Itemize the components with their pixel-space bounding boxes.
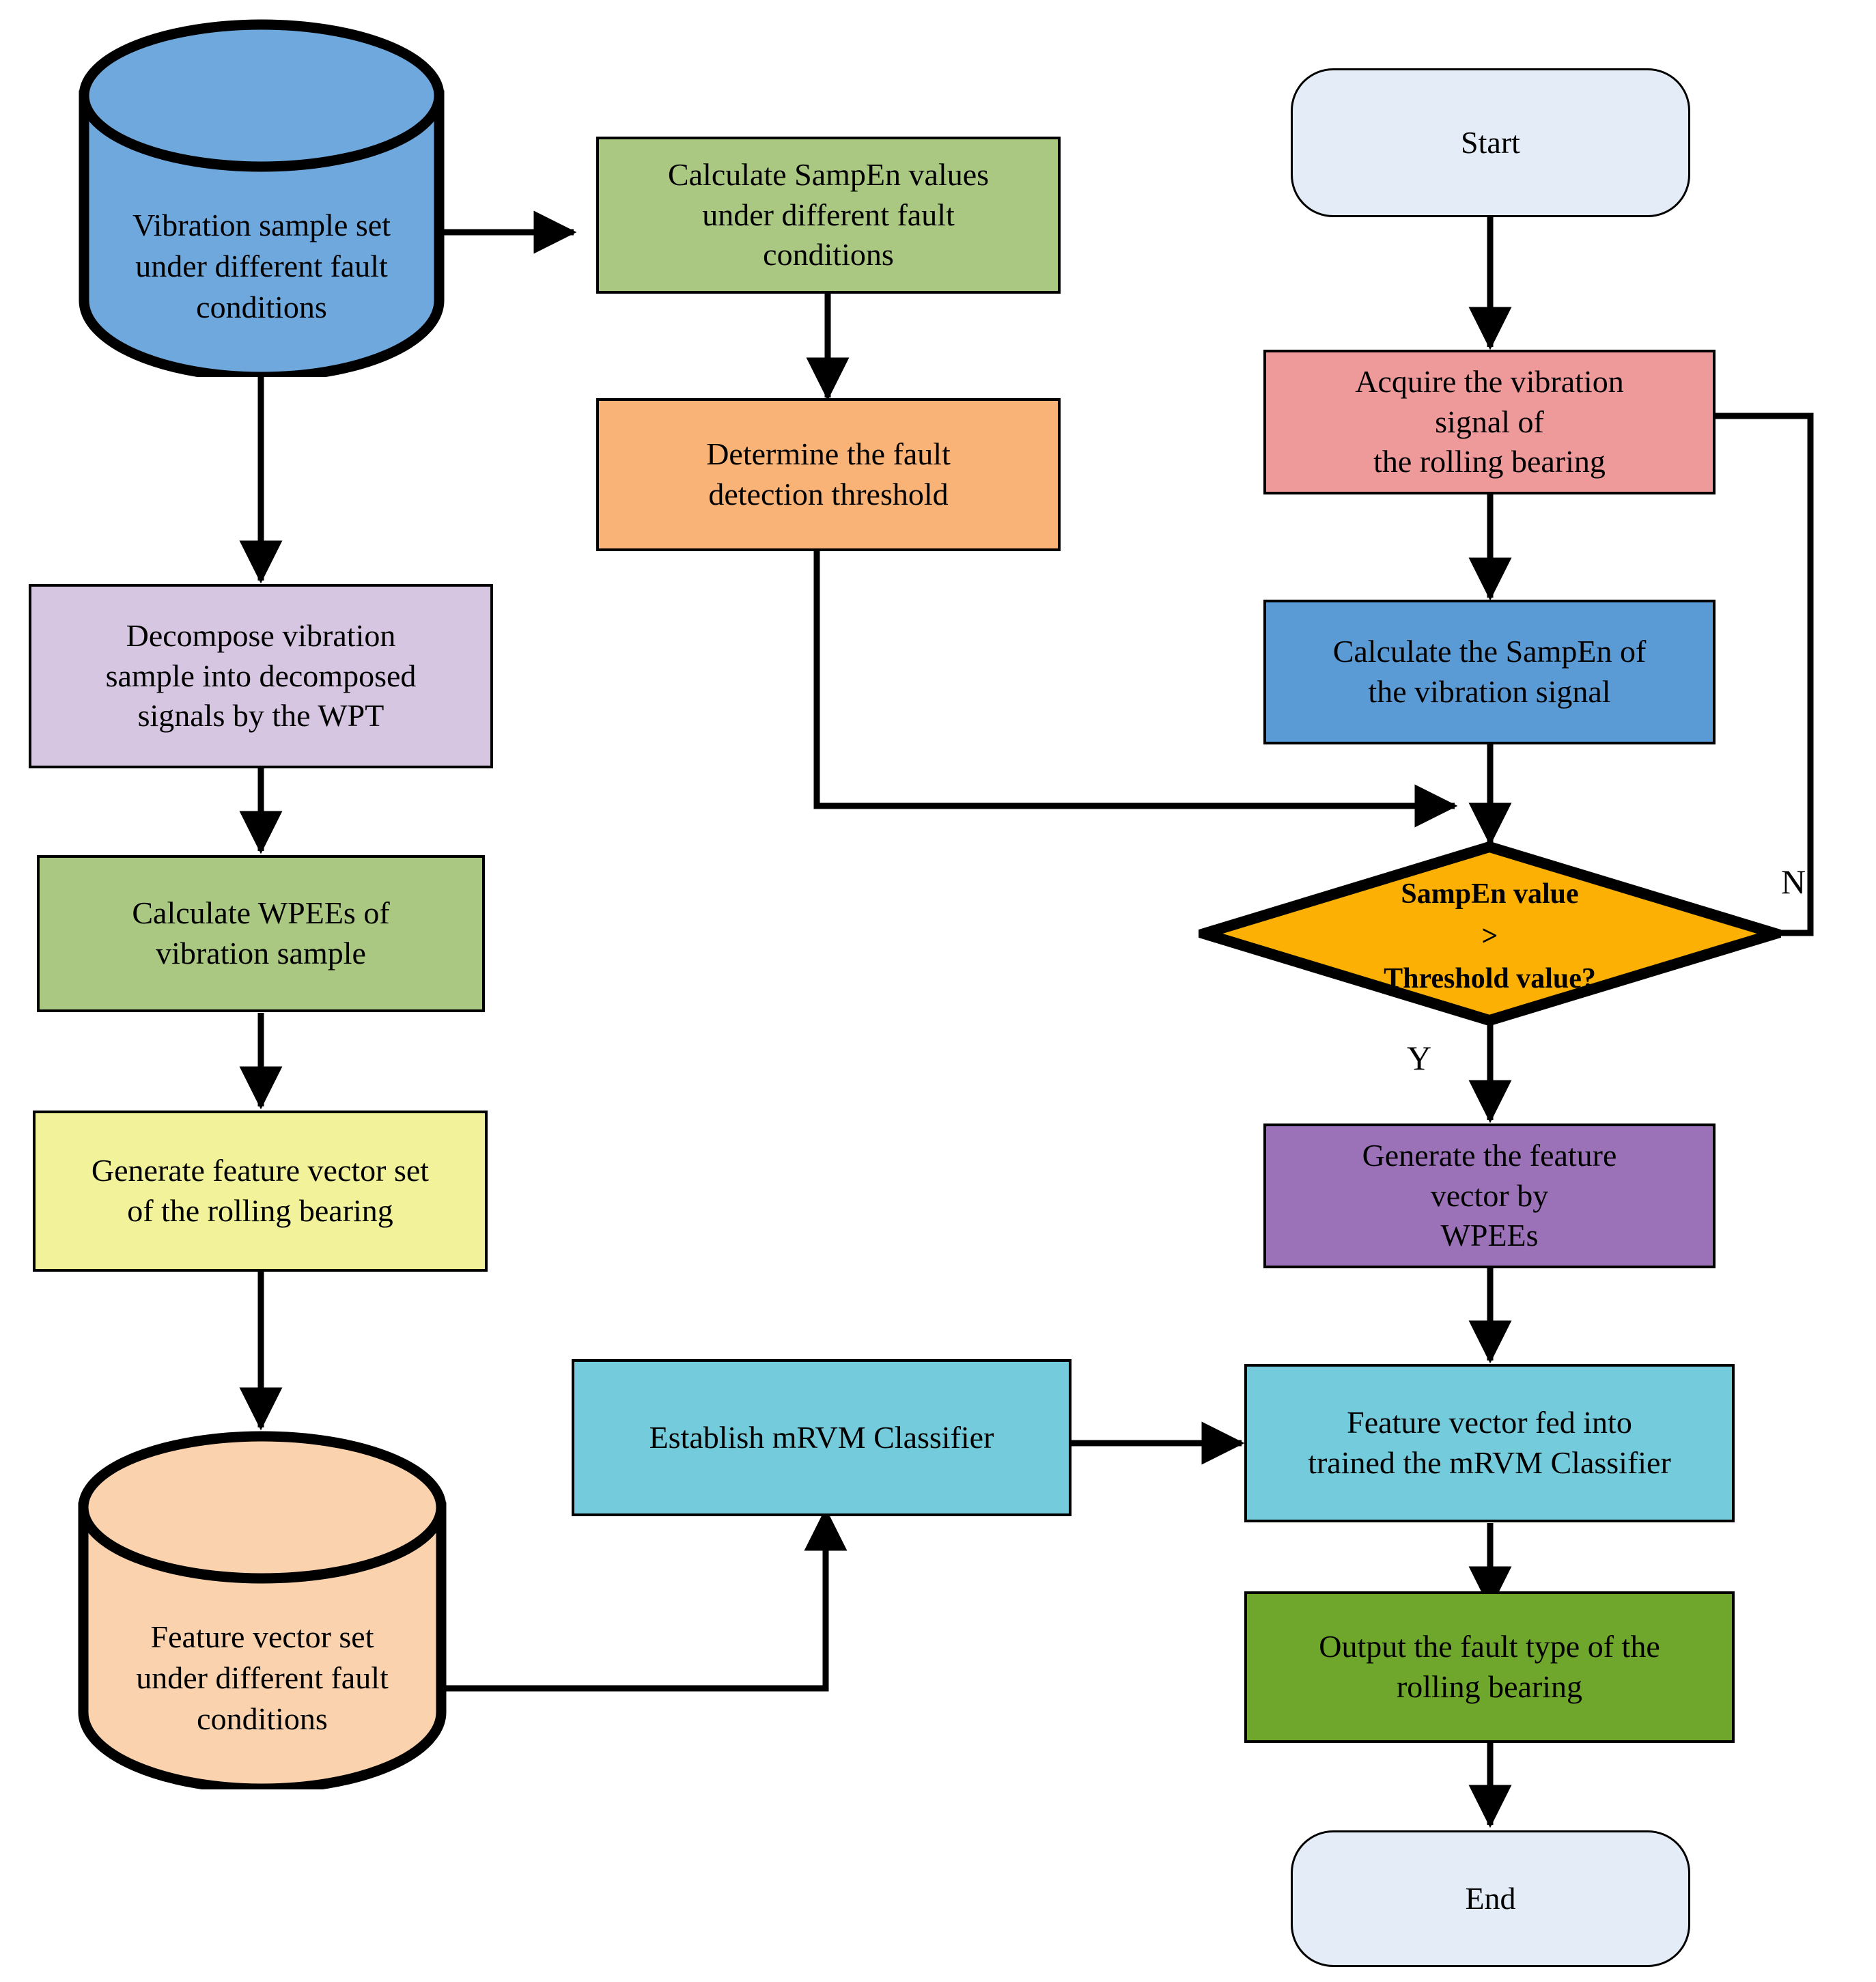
edge-cylinder-to-establish-mrvm xyxy=(440,1507,848,1692)
node-label-generate-feature-vector: Generate the feature vector by WPEEs xyxy=(1362,1137,1617,1253)
node-label-decision-line1: SampEn value xyxy=(1401,878,1579,910)
node-determine-threshold[interactable]: Determine the fault detection threshold xyxy=(596,398,1061,551)
node-label-decision-line3: Threshold value? xyxy=(1384,963,1596,994)
edge-label-yes: Y xyxy=(1407,1039,1432,1077)
node-label-decision-line2: > xyxy=(1481,921,1498,952)
node-output-fault-type[interactable]: Output the fault type of the rolling bea… xyxy=(1244,1591,1735,1743)
node-label-output-fault-type: Output the fault type of the rolling bea… xyxy=(1319,1629,1660,1704)
node-decision-sampen[interactable]: SampEn value > Threshold value? xyxy=(1199,841,1781,1026)
node-start[interactable]: Start xyxy=(1291,68,1690,217)
node-acquire-vibration-signal[interactable]: Acquire the vibration signal of the roll… xyxy=(1263,350,1716,494)
node-generate-feature-vector-set[interactable]: Generate feature vector set of the rolli… xyxy=(33,1111,488,1272)
node-label-feature-vector-fed: Feature vector fed into trained the mRVM… xyxy=(1308,1405,1671,1480)
node-label-vibration-sample-set: Vibration sample set under different fau… xyxy=(132,208,391,324)
node-label-end: End xyxy=(1465,1880,1516,1916)
node-calculate-sampen-values[interactable]: Calculate SampEn values under different … xyxy=(596,137,1061,294)
node-feature-vector-fed[interactable]: Feature vector fed into trained the mRVM… xyxy=(1244,1364,1735,1522)
node-vibration-sample-set[interactable]: Vibration sample set under different fau… xyxy=(79,19,445,377)
node-label-calculate-sampen-values: Calculate SampEn values under different … xyxy=(667,156,990,273)
node-label-determine-threshold: Determine the fault detection threshold xyxy=(706,436,951,512)
flowchart-canvas: Vibration sample set under different fau… xyxy=(0,0,1876,1982)
node-establish-mrvm[interactable]: Establish mRVM Classifier xyxy=(572,1359,1072,1516)
node-feature-vector-set[interactable]: Feature vector set under different fault… xyxy=(78,1431,447,1789)
node-label-start: Start xyxy=(1461,124,1520,160)
node-calculate-wpees[interactable]: Calculate WPEEs of vibration sample xyxy=(37,855,485,1012)
edge-label-no: N xyxy=(1781,863,1806,901)
node-label-calculate-sampen-signal: Calculate the SampEn of the vibration si… xyxy=(1332,634,1647,709)
node-end[interactable]: End xyxy=(1291,1830,1690,1967)
node-label-feature-vector-set: Feature vector set under different fault… xyxy=(136,1619,389,1736)
node-label-calculate-wpees: Calculate WPEEs of vibration sample xyxy=(132,895,390,971)
node-decompose-vibration[interactable]: Decompose vibration sample into decompos… xyxy=(29,584,493,768)
node-calculate-sampen-signal[interactable]: Calculate the SampEn of the vibration si… xyxy=(1263,600,1716,744)
node-generate-feature-vector[interactable]: Generate the feature vector by WPEEs xyxy=(1263,1123,1716,1268)
node-label-generate-feature-vector-set: Generate feature vector set of the rolli… xyxy=(91,1153,430,1228)
node-label-decompose-vibration: Decompose vibration sample into decompos… xyxy=(105,617,417,734)
node-label-establish-mrvm: Establish mRVM Classifier xyxy=(649,1419,994,1455)
node-label-acquire-vibration-signal: Acquire the vibration signal of the roll… xyxy=(1355,363,1624,479)
